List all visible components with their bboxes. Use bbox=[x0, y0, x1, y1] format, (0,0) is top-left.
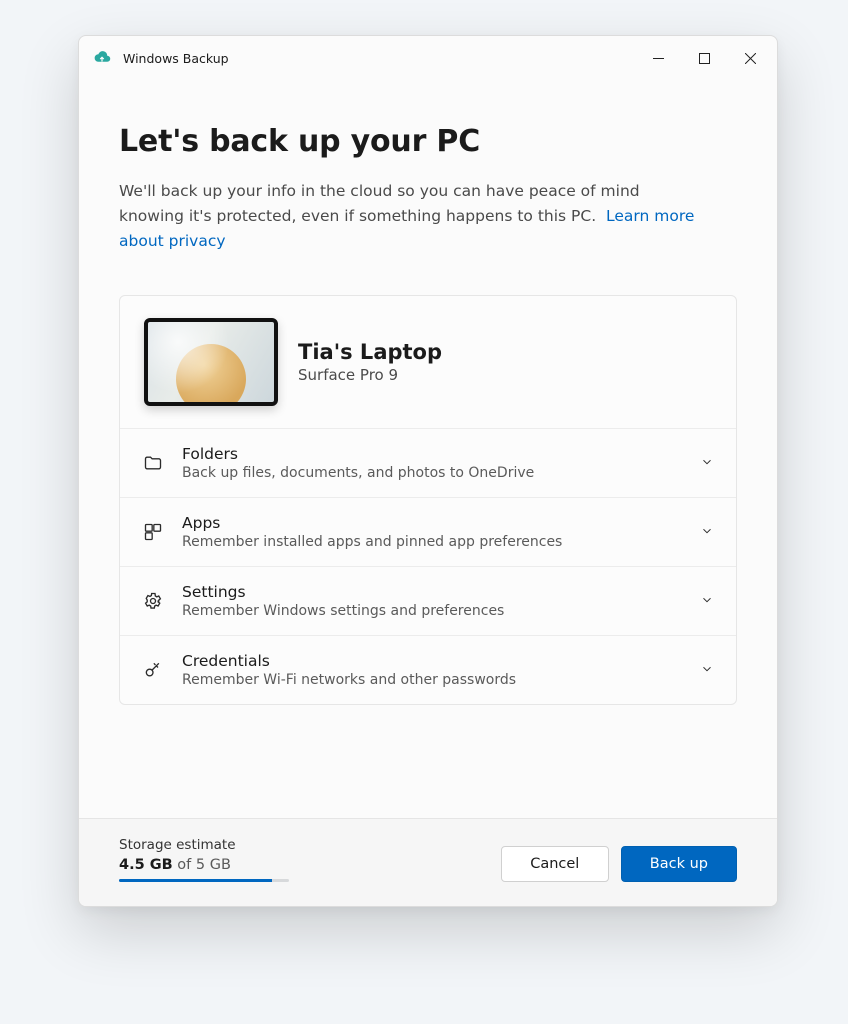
close-button[interactable] bbox=[727, 40, 773, 76]
device-thumbnail bbox=[144, 318, 278, 406]
key-icon bbox=[142, 659, 164, 681]
device-model: Surface Pro 9 bbox=[298, 366, 442, 384]
titlebar: Windows Backup bbox=[79, 36, 777, 80]
gear-icon bbox=[142, 590, 164, 612]
folder-icon bbox=[142, 452, 164, 474]
section-desc: Remember Windows settings and preference… bbox=[182, 603, 682, 619]
storage-estimate: Storage estimate 4.5 GB of 5 GB bbox=[119, 837, 289, 882]
section-desc: Back up files, documents, and photos to … bbox=[182, 465, 682, 481]
device-name: Tia's Laptop bbox=[298, 340, 442, 364]
footer: Storage estimate 4.5 GB of 5 GB Cancel B… bbox=[79, 818, 777, 906]
cloud-backup-icon bbox=[93, 49, 111, 67]
device-text: Tia's Laptop Surface Pro 9 bbox=[298, 340, 442, 384]
backup-card: Tia's Laptop Surface Pro 9 Folders Back … bbox=[119, 295, 737, 705]
storage-label: Storage estimate bbox=[119, 837, 289, 853]
storage-used: 4.5 GB bbox=[119, 857, 173, 873]
page-title: Let's back up your PC bbox=[119, 124, 737, 159]
window: Windows Backup Let's back up your PC We'… bbox=[78, 35, 778, 907]
section-apps[interactable]: Apps Remember installed apps and pinned … bbox=[120, 497, 736, 566]
section-folders[interactable]: Folders Back up files, documents, and ph… bbox=[120, 428, 736, 497]
section-title: Settings bbox=[182, 583, 682, 601]
window-controls bbox=[635, 40, 773, 76]
chevron-down-icon bbox=[700, 523, 714, 542]
apps-icon bbox=[142, 521, 164, 543]
section-desc: Remember installed apps and pinned app p… bbox=[182, 534, 682, 550]
section-title: Folders bbox=[182, 445, 682, 463]
storage-bar bbox=[119, 879, 289, 882]
chevron-down-icon bbox=[700, 661, 714, 680]
storage-total: of 5 GB bbox=[173, 857, 231, 873]
chevron-down-icon bbox=[700, 592, 714, 611]
minimize-button[interactable] bbox=[635, 40, 681, 76]
maximize-button[interactable] bbox=[681, 40, 727, 76]
subtext-text: We'll back up your info in the cloud so … bbox=[119, 182, 640, 225]
device-row: Tia's Laptop Surface Pro 9 bbox=[120, 296, 736, 428]
content-area: Let's back up your PC We'll back up your… bbox=[79, 80, 777, 818]
chevron-down-icon bbox=[700, 454, 714, 473]
storage-line: 4.5 GB of 5 GB bbox=[119, 857, 289, 873]
footer-actions: Cancel Back up bbox=[501, 846, 737, 882]
section-title: Credentials bbox=[182, 652, 682, 670]
backup-button[interactable]: Back up bbox=[621, 846, 737, 882]
section-desc: Remember Wi-Fi networks and other passwo… bbox=[182, 672, 682, 688]
section-credentials[interactable]: Credentials Remember Wi-Fi networks and … bbox=[120, 635, 736, 704]
cancel-button[interactable]: Cancel bbox=[501, 846, 609, 882]
window-title: Windows Backup bbox=[123, 51, 229, 66]
section-title: Apps bbox=[182, 514, 682, 532]
section-settings[interactable]: Settings Remember Windows settings and p… bbox=[120, 566, 736, 635]
page-subtext: We'll back up your info in the cloud so … bbox=[119, 179, 699, 253]
storage-bar-fill bbox=[119, 879, 272, 882]
